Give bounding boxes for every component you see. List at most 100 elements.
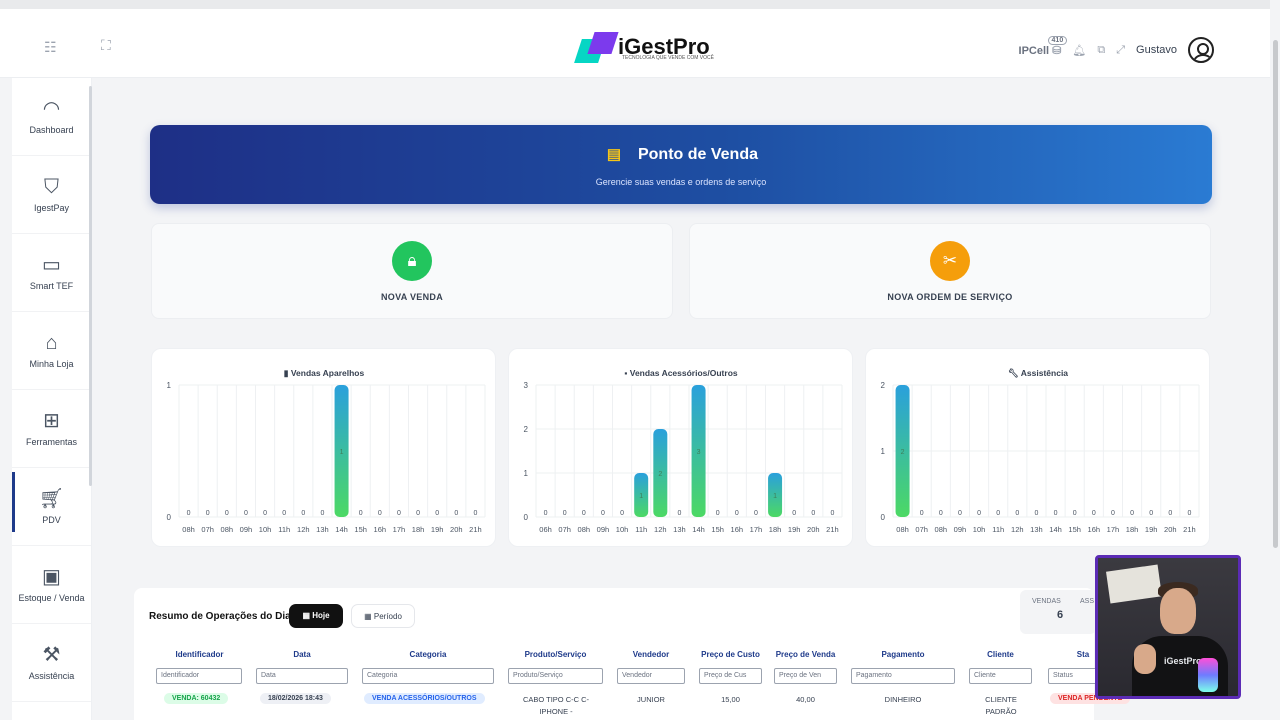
x-tick-label: 10h (616, 525, 629, 534)
store-selector[interactable]: IPCell ⛁ 410 (1018, 35, 1068, 57)
filter-cliente[interactable]: Cliente (969, 668, 1032, 684)
store-name: IPCell (1018, 44, 1050, 57)
x-tick-label: 13h (1030, 525, 1043, 534)
data-label: 0 (206, 510, 210, 517)
summary-title: Resumo de Operações do Dia (149, 611, 291, 622)
user-name[interactable]: Gustavo (1136, 44, 1177, 56)
col-preco-custo[interactable]: Preço de Custo (699, 650, 762, 659)
chart-title: 🔧︎ Assistência (1008, 368, 1068, 378)
kpi-assistencia-label: ASS (1080, 598, 1095, 605)
col-preco-venda[interactable]: Preço de Venda (774, 650, 837, 659)
sidebar-scrollbar[interactable] (89, 86, 92, 486)
filter-preco-custo[interactable]: Preço de Cus (699, 668, 762, 684)
filter-identificador[interactable]: Identificador (156, 668, 242, 684)
logo: iGestPro TECNOLOGIA QUE VENDE COM VOCÊ (574, 25, 714, 69)
x-tick-label: 13h (673, 525, 686, 534)
logo-tagline: TECNOLOGIA QUE VENDE COM VOCÊ (622, 55, 714, 61)
store-icon: ⌂ (45, 332, 58, 354)
page-title: Ponto de Venda (637, 146, 758, 163)
col-cliente[interactable]: Cliente (969, 650, 1032, 659)
x-tick-label: 10h (259, 525, 272, 534)
x-tick-label: 08h (896, 525, 909, 534)
filter-categoria[interactable]: Categoria (362, 668, 494, 684)
hoje-button[interactable]: ▦ Hoje (289, 604, 343, 628)
y-tick-label: 0 (881, 513, 886, 522)
calendar-icon: ▦ (302, 611, 313, 620)
filter-vendedor[interactable]: Vendedor (617, 668, 685, 684)
data-label: 0 (582, 510, 586, 517)
data-label: 0 (754, 510, 758, 517)
periodo-button[interactable]: ▦ Período (351, 604, 415, 628)
database-icon: ⛁ (1052, 44, 1062, 57)
x-tick-label: 15h (711, 525, 724, 534)
col-categoria[interactable]: Categoria (362, 650, 494, 659)
fullscreen-icon[interactable]: ⤢ (1116, 44, 1125, 57)
y-tick-label: 0 (524, 513, 529, 522)
sidebar-item-label: IgestPay (33, 203, 70, 213)
chart-card-acessorios: ▪ Vendas Acessórios/Outros 0 1 2 3 06h 0 07h 0 08… (508, 348, 853, 547)
chart-vendas-acessorios: ▪ Vendas Acessórios/Outros 0 1 2 3 06h 0 07h 0 08… (524, 368, 843, 534)
data-label: 0 (1092, 510, 1096, 517)
y-tick-label: 2 (881, 381, 886, 390)
row-category-badge: VENDA ACESSÓRIOS/OUTROS (364, 693, 485, 704)
x-tick-label: 21h (826, 525, 839, 534)
filter-preco-venda[interactable]: Preço de Ven (774, 668, 837, 684)
row-seller: JUNIOR (637, 695, 665, 704)
chart-title: ▮ Vendas Aparelhos (284, 368, 365, 378)
bell-icon[interactable]: 🔔︎ (1072, 44, 1086, 57)
sidebar-item-ferramentas[interactable]: ⊞ Ferramentas (12, 390, 91, 468)
col-data[interactable]: Data (256, 650, 348, 659)
x-tick-label: 12h (654, 525, 667, 534)
sidebar-item-igestpay[interactable]: ⛉ IgestPay (12, 156, 91, 234)
data-label: 0 (1149, 510, 1153, 517)
data-label: 0 (830, 510, 834, 517)
sidebar-item-estoque[interactable]: ▣ Estoque / Venda (12, 546, 91, 624)
data-label: 0 (397, 510, 401, 517)
menu-toggle-icon[interactable]: ☷ (44, 39, 57, 56)
col-produto[interactable]: Produto/Serviço (508, 650, 603, 659)
nova-ordem-servico-button[interactable]: ✂ NOVA ORDEM DE SERVIÇO (689, 223, 1211, 319)
data-label: 0 (544, 510, 548, 517)
page-scrollbar[interactable] (1273, 40, 1278, 548)
y-tick-label: 0 (167, 513, 172, 522)
avatar-icon[interactable] (1188, 37, 1214, 63)
y-tick-label: 1 (881, 447, 886, 456)
data-label: 0 (977, 510, 981, 517)
cart-icon: 🛒︎ (38, 488, 65, 510)
nova-venda-label: NOVA VENDA (380, 292, 443, 302)
sidebar-item-dashboard[interactable]: ◠ Dashboard (12, 78, 91, 156)
data-label: 0 (244, 510, 248, 517)
focus-icon[interactable]: ⛶ (101, 37, 111, 54)
data-label: 0 (301, 510, 305, 517)
sidebar-item-label: Smart TEF (29, 281, 74, 291)
sidebar-item-assistencia[interactable]: ⚒ Assistência (12, 624, 91, 702)
y-tick-label: 1 (167, 381, 172, 390)
filter-data[interactable]: Data (256, 668, 348, 684)
row-id-badge[interactable]: VENDA: 60432 (164, 693, 229, 704)
y-tick-label: 1 (524, 469, 529, 478)
chart-assistencia: 🔧︎ Assistência 0 1 2 08h 2 07h 0 08h 0 09h 0 10h 0 11h… (881, 368, 1200, 534)
copy-icon[interactable]: ⧉ (1097, 44, 1105, 57)
calendar-icon: ▦ (364, 612, 374, 621)
x-tick-label: 15h (1068, 525, 1081, 534)
data-label: 0 (677, 510, 681, 517)
row-payment: DINHEIRO (884, 695, 922, 704)
sidebar-item-minha-loja[interactable]: ⌂ Minha Loja (12, 312, 91, 390)
filter-produto[interactable]: Produto/Serviço (508, 668, 603, 684)
sidebar-item-label: Minha Loja (29, 359, 74, 369)
col-vendedor[interactable]: Vendedor (617, 650, 685, 659)
webcam-overlay: iGestPro (1095, 555, 1241, 699)
nova-venda-button[interactable]: 🔒︎ NOVA VENDA (151, 223, 673, 319)
x-tick-label: 20h (450, 525, 463, 534)
col-identificador[interactable]: Identificador (150, 650, 249, 659)
x-tick-label: 16h (374, 525, 387, 534)
row-client: CLIENTE PADRÃO (985, 695, 1017, 716)
filter-pagamento[interactable]: Pagamento (851, 668, 955, 684)
x-tick-label: 18h (769, 525, 782, 534)
data-label: 0 (454, 510, 458, 517)
data-label: 0 (435, 510, 439, 517)
sidebar-item-smart-tef[interactable]: ▭ Smart TEF (12, 234, 91, 312)
sidebar-item-pdv[interactable]: 🛒︎ PDV (12, 468, 91, 546)
col-pagamento[interactable]: Pagamento (851, 650, 955, 659)
data-label: 0 (792, 510, 796, 517)
